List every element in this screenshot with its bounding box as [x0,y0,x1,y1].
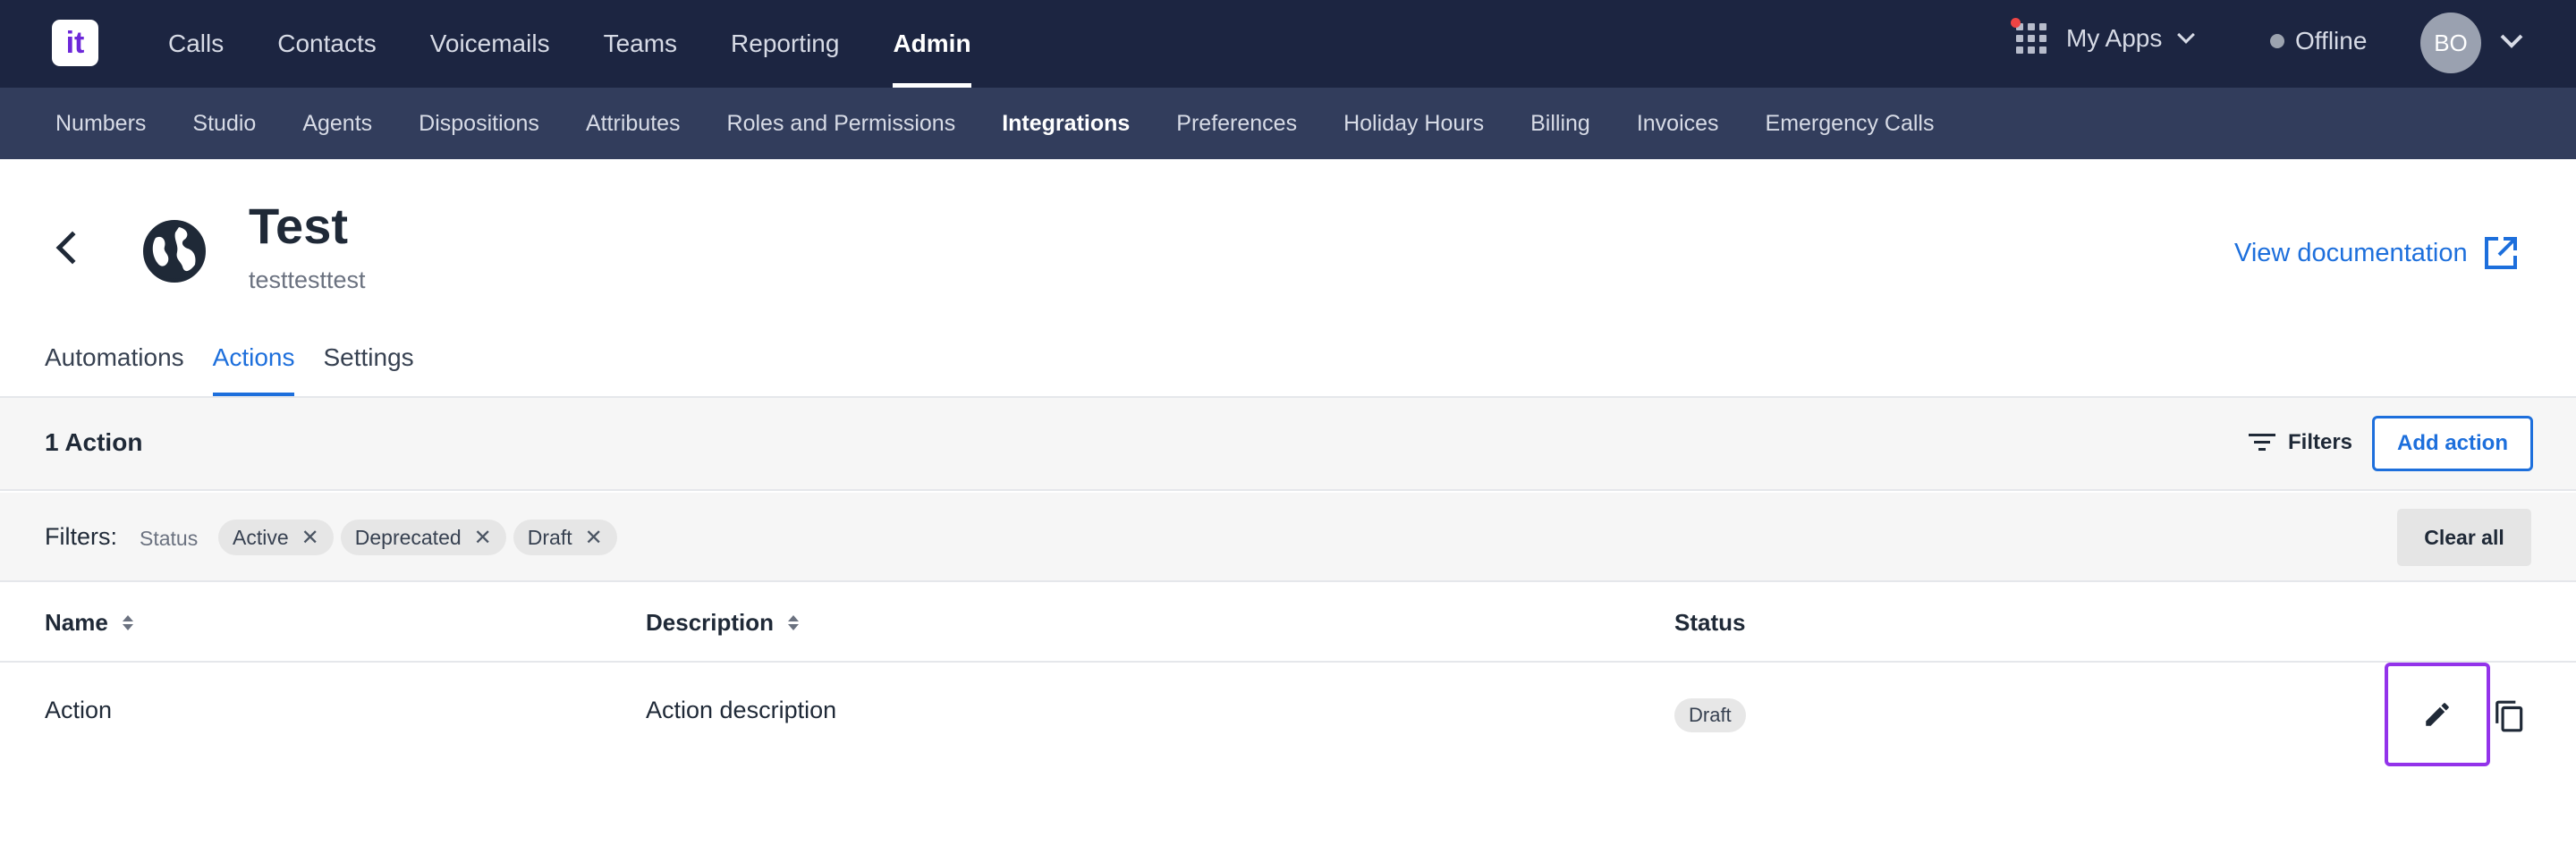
integration-tabs: Automations Actions Settings [45,327,443,397]
avatar[interactable]: BO [2420,13,2481,73]
notification-dot [2011,18,2021,28]
page-subtitle: testtesttest [249,266,366,293]
filter-chip-deprecated: Deprecated ✕ [340,520,506,555]
my-apps-menu[interactable]: My Apps [2011,18,2196,54]
subnav-item-agents[interactable]: Agents [302,111,372,137]
my-apps-label: My Apps [2066,24,2163,52]
subnav-item-emergency-calls[interactable]: Emergency Calls [1766,111,1935,137]
status-dot-icon [2270,34,2284,48]
column-header-label: Status [1674,609,1746,636]
cell-description: Action description [646,697,837,723]
top-navigation-bar: it Calls Contacts Voicemails Teams Repor… [0,0,2576,88]
copy-icon [2496,700,2523,732]
external-link-icon [2484,237,2517,269]
nav-item-reporting[interactable]: Reporting [731,0,839,88]
nav-item-admin[interactable]: Admin [893,0,971,88]
copy-button[interactable] [2490,697,2529,736]
status-label: Offline [2295,27,2368,55]
status-badge: Draft [1674,698,1746,732]
subnav-item-attributes[interactable]: Attributes [586,111,681,137]
close-icon[interactable]: ✕ [585,525,603,551]
sort-icon [122,615,133,630]
tab-settings[interactable]: Settings [323,327,413,397]
edit-button[interactable] [2385,663,2490,766]
subnav-item-dispositions[interactable]: Dispositions [419,111,539,137]
filter-chip-label: Draft [527,525,572,549]
view-documentation-label: View documentation [2234,238,2468,267]
table-header: Name Description Status [0,582,2576,663]
add-action-button[interactable]: Add action [2372,416,2533,471]
subnav-item-billing[interactable]: Billing [1530,111,1590,137]
filter-chip-draft: Draft ✕ [513,520,617,555]
cell-name: Action [45,697,113,723]
apps-grid-icon [2011,18,2046,54]
subnav-item-invoices[interactable]: Invoices [1637,111,1719,137]
column-header-status: Status [1674,609,1745,637]
filters-button[interactable]: Filters [2249,430,2352,455]
table-row[interactable]: Action Action description Draft [0,663,2576,766]
chevron-down-icon [2177,26,2196,44]
agent-status[interactable]: Offline [2270,27,2367,55]
tab-automations[interactable]: Automations [45,327,184,397]
nav-item-contacts[interactable]: Contacts [277,0,377,88]
chevron-down-icon [2500,34,2523,48]
subnav-item-holiday-hours[interactable]: Holiday Hours [1343,111,1484,137]
pencil-icon [2426,703,2449,726]
admin-subnav: Numbers Studio Agents Dispositions Attri… [0,88,2576,159]
app-logo[interactable]: it [52,20,98,66]
tab-actions[interactable]: Actions [212,327,294,397]
page-title: Test [249,198,348,254]
nav-item-voicemails[interactable]: Voicemails [430,0,550,88]
filters-button-label: Filters [2288,430,2353,454]
main-nav: Calls Contacts Voicemails Teams Reportin… [168,0,1025,88]
filter-chip-active: Active ✕ [218,520,334,555]
filter-chips: Active ✕ Deprecated ✕ Draft ✕ [218,520,624,555]
sort-icon [788,615,800,630]
nav-item-teams[interactable]: Teams [604,0,677,88]
active-filters-row: Filters: Status Active ✕ Deprecated ✕ Dr… [0,493,2576,582]
clear-all-button[interactable]: Clear all [2397,509,2531,566]
filter-group-label: Status [140,527,199,550]
back-chevron-icon[interactable] [55,231,89,265]
column-header-name[interactable]: Name [45,609,133,637]
close-icon[interactable]: ✕ [474,525,492,551]
nav-item-calls[interactable]: Calls [168,0,224,88]
view-documentation-link[interactable]: View documentation [2234,234,2520,272]
filter-chip-label: Active [233,525,289,549]
action-count: 1 Action [45,428,143,456]
filter-chip-label: Deprecated [354,525,462,549]
account-menu-chevron[interactable] [2499,32,2524,55]
close-icon[interactable]: ✕ [301,525,319,551]
list-toolbar: 1 Action Filters Add action [0,398,2576,491]
column-header-label: Description [646,609,775,636]
globe-icon [143,220,206,283]
subnav-item-studio[interactable]: Studio [192,111,256,137]
filter-icon [2249,434,2275,451]
column-header-label: Name [45,609,108,636]
subnav-item-integrations[interactable]: Integrations [1002,111,1130,137]
subnav-item-preferences[interactable]: Preferences [1176,111,1297,137]
column-header-description[interactable]: Description [646,609,800,637]
subnav-item-numbers[interactable]: Numbers [55,111,146,137]
filters-label: Filters: [45,523,117,550]
subnav-item-roles[interactable]: Roles and Permissions [727,111,956,137]
